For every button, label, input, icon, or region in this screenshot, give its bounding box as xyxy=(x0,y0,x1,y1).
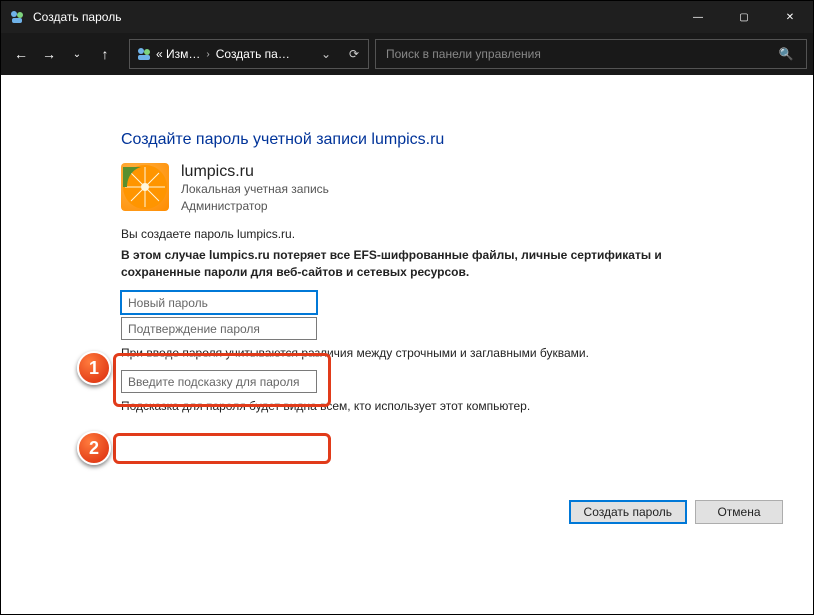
close-button[interactable]: ✕ xyxy=(767,1,813,33)
hint-field-group xyxy=(121,370,321,393)
button-row: Создать пароль Отмена xyxy=(569,500,783,524)
refresh-button[interactable]: ⟳ xyxy=(340,40,368,68)
step-badge-1: 1 xyxy=(77,351,111,385)
creating-for-text: Вы создаете пароль lumpics.ru. xyxy=(121,227,813,241)
nav-bar: ← → ⌄ ↑ « Изм… › Создать па… ⌄ ⟳ 🔍 xyxy=(1,33,813,75)
history-dropdown[interactable]: ⌄ xyxy=(63,40,91,68)
new-password-input[interactable] xyxy=(121,291,317,314)
search-input[interactable] xyxy=(384,46,774,62)
up-button[interactable]: ↑ xyxy=(91,40,119,68)
avatar xyxy=(121,163,169,211)
forward-button[interactable]: → xyxy=(35,40,63,68)
maximize-button[interactable]: ▢ xyxy=(721,1,767,33)
password-hint-input[interactable] xyxy=(121,370,317,393)
page-title: Создайте пароль учетной записи lumpics.r… xyxy=(121,131,813,149)
users-icon xyxy=(136,46,152,62)
step-badge-2: 2 xyxy=(77,431,111,465)
cancel-button[interactable]: Отмена xyxy=(695,500,783,524)
account-type: Локальная учетная запись xyxy=(181,181,329,198)
window-title: Создать пароль xyxy=(33,10,121,24)
account-role: Администратор xyxy=(181,198,329,215)
breadcrumb-item[interactable]: Создать па… xyxy=(216,47,290,61)
search-bar[interactable]: 🔍 xyxy=(375,39,807,69)
breadcrumb-item[interactable]: « Изм… xyxy=(156,47,200,61)
confirm-password-input[interactable] xyxy=(121,317,317,340)
account-name: lumpics.ru xyxy=(181,163,329,181)
search-icon[interactable]: 🔍 xyxy=(774,47,798,61)
minimize-button[interactable]: — xyxy=(675,1,721,33)
password-fields xyxy=(121,291,321,340)
address-bar[interactable]: « Изм… › Создать па… ⌄ ⟳ xyxy=(129,39,369,69)
case-sensitivity-note: При вводе пароля учитываются различия ме… xyxy=(121,346,813,360)
app-icon xyxy=(9,9,25,25)
content-area: Создайте пароль учетной записи lumpics.r… xyxy=(1,75,813,614)
create-password-button[interactable]: Создать пароль xyxy=(569,500,687,524)
address-dropdown[interactable]: ⌄ xyxy=(312,40,340,68)
warning-text: В этом случае lumpics.ru потеряет все EF… xyxy=(121,247,743,282)
annotation-box-2 xyxy=(113,433,331,464)
back-button[interactable]: ← xyxy=(7,40,35,68)
title-bar: Создать пароль — ▢ ✕ xyxy=(1,1,813,33)
chevron-right-icon: › xyxy=(206,49,209,60)
hint-visibility-note: Подсказка для пароля будет видна всем, к… xyxy=(121,399,813,413)
account-info: lumpics.ru Локальная учетная запись Адми… xyxy=(121,163,813,215)
window-controls: — ▢ ✕ xyxy=(675,1,813,33)
